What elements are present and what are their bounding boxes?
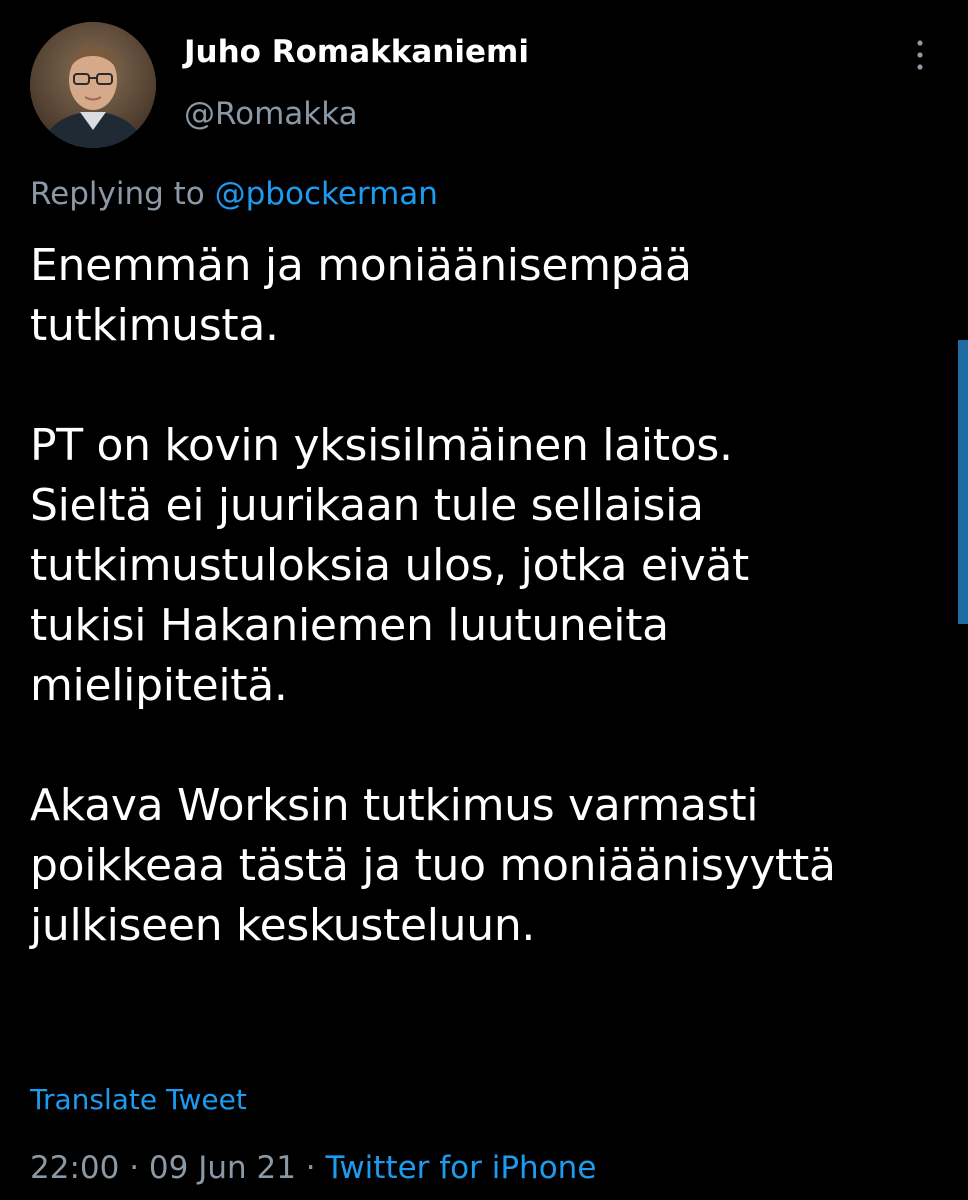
tweet-line: julkiseen keskusteluun. bbox=[30, 900, 536, 951]
tweet-line: PT on kovin yksisilmäinen laitos. bbox=[30, 420, 733, 471]
avatar-photo bbox=[30, 22, 156, 148]
tweet-line: Sieltä ei juurikaan tule sellaisia bbox=[30, 480, 704, 531]
tweet-time[interactable]: 22:00 bbox=[30, 1150, 119, 1186]
scrollbar-thumb[interactable] bbox=[958, 340, 968, 624]
translate-tweet-link[interactable]: Translate Tweet bbox=[30, 1080, 247, 1120]
tweet-line: tutkimusta. bbox=[30, 300, 279, 351]
tweet-line: tukisi Hakaniemen luutuneita bbox=[30, 600, 669, 651]
tweet-line: poikkeaa tästä ja tuo moniäänisyyttä bbox=[30, 840, 836, 891]
more-vertical-icon[interactable] bbox=[908, 38, 932, 72]
tweet-line: Enemmän ja moniäänisempää bbox=[30, 240, 692, 291]
tweet-meta: 22:00 · 09 Jun 21 · Twitter for iPhone bbox=[30, 1146, 596, 1190]
replying-to-prefix: Replying to bbox=[30, 176, 215, 212]
replying-to: Replying to @pbockerman bbox=[30, 172, 438, 216]
tweet-date[interactable]: 09 Jun 21 bbox=[149, 1150, 296, 1186]
meta-separator: · bbox=[119, 1150, 149, 1186]
avatar[interactable] bbox=[30, 22, 156, 148]
tweet-text: Enemmän ja moniäänisempää tutkimusta. PT… bbox=[30, 236, 950, 956]
tweet-line: Akava Worksin tutkimus varmasti bbox=[30, 780, 759, 831]
tweet-line: tutkimustuloksia ulos, jotka eivät bbox=[30, 540, 749, 591]
user-handle[interactable]: @Romakka bbox=[184, 92, 358, 136]
tweet-header: Juho Romakkaniemi @Romakka bbox=[0, 0, 968, 160]
display-name[interactable]: Juho Romakkaniemi bbox=[184, 30, 529, 74]
tweet-source-link[interactable]: Twitter for iPhone bbox=[326, 1150, 597, 1186]
replying-to-link[interactable]: @pbockerman bbox=[215, 176, 438, 212]
tweet-line: mielipiteitä. bbox=[30, 660, 288, 711]
meta-separator: · bbox=[295, 1150, 326, 1186]
